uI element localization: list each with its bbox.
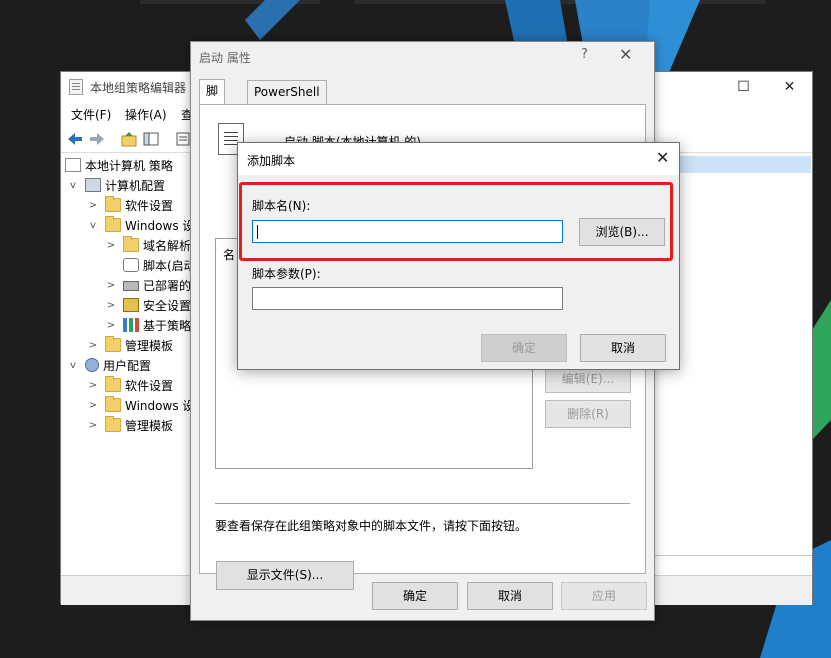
tree-item-computer-config[interactable]: v 计算机配置 — [67, 175, 165, 195]
shield-icon — [123, 298, 139, 312]
chevron-right-icon[interactable]: > — [105, 280, 117, 291]
tree-item-label: 软件设置 — [125, 378, 174, 393]
tree-item-scripts-startup[interactable]: 脚本(启动 — [105, 255, 196, 275]
folder-icon — [105, 416, 121, 432]
tree-item-label: 脚本(启动 — [143, 258, 196, 273]
details-pane-divider — [654, 555, 812, 556]
browse-button[interactable]: 浏览(B)... — [579, 218, 665, 246]
chevron-right-icon[interactable]: > — [87, 340, 99, 351]
tree-item-label: 域名解析 — [143, 238, 192, 253]
tree-item-user-config[interactable]: v 用户配置 — [67, 355, 151, 375]
user-icon — [85, 358, 99, 372]
ok-button[interactable]: 确定 — [372, 582, 458, 610]
chart-icon — [123, 318, 139, 332]
cancel-button[interactable]: 取消 — [580, 334, 666, 362]
script-params-input[interactable] — [252, 287, 563, 310]
gpedit-app-icon — [69, 79, 83, 95]
tree-item-label: 用户配置 — [103, 358, 152, 373]
chevron-right-icon[interactable]: > — [87, 380, 99, 391]
script-name-input[interactable] — [252, 220, 563, 243]
tab-powershell-scripts[interactable]: PowerShell 脚本 — [247, 80, 327, 121]
add-script-titlebar[interactable]: 添加脚本 ✕ — [238, 143, 679, 175]
script-params-label: 脚本参数(P): — [252, 267, 321, 281]
tree-item-user-software-settings[interactable]: > 软件设置 — [87, 375, 173, 395]
tree-item-label: 软件设置 — [125, 198, 174, 213]
tree-item-label: 管理模板 — [125, 338, 174, 353]
tab-scripts[interactable]: 脚本 — [199, 79, 226, 120]
policy-doc-icon — [65, 158, 81, 172]
forward-arrow-icon[interactable] — [88, 130, 106, 148]
folder-icon — [105, 336, 121, 352]
tree-item-deployed-printers[interactable]: > 已部署的 — [105, 275, 191, 295]
maximize-icon[interactable]: ☐ — [721, 74, 766, 100]
tree-item-label: 已部署的 — [143, 278, 192, 293]
computer-icon — [85, 178, 101, 192]
tree-item-label: Windows 设 — [125, 218, 195, 233]
chevron-down-icon[interactable]: v — [67, 180, 79, 191]
tree-item-admin-templates[interactable]: > 管理模板 — [87, 335, 173, 355]
folder-icon — [105, 376, 121, 392]
chevron-right-icon[interactable]: > — [105, 300, 117, 311]
show-hide-tree-icon[interactable] — [142, 130, 160, 148]
policy-tree: 本地计算机 策略 v 计算机配置 > 软件设置 v Windows 设 > 域名… — [61, 155, 196, 595]
dialog-title: 添加脚本 — [247, 154, 296, 168]
close-icon[interactable]: ✕ — [656, 148, 669, 167]
tree-item-label: 基于策略 — [143, 318, 192, 333]
chevron-right-icon[interactable]: > — [105, 320, 117, 331]
chevron-right-icon[interactable]: > — [87, 200, 99, 211]
tree-item-label: 安全设置 — [143, 298, 192, 313]
delete-button[interactable]: 删除(R) — [545, 400, 631, 428]
show-files-button[interactable]: 显示文件(S)... — [216, 561, 354, 590]
script-name-label: 脚本名(N): — [252, 199, 311, 213]
gpedit-title: 本地组策略编辑器 — [90, 81, 187, 95]
tree-item-windows-settings[interactable]: v Windows 设 — [87, 215, 194, 235]
chevron-right-icon[interactable]: > — [87, 400, 99, 411]
chevron-right-icon[interactable]: > — [87, 420, 99, 431]
show-files-hint: 要查看保存在此组策略对象中的脚本文件，请按下面按钮。 — [215, 519, 528, 533]
tree-item-local-computer-policy[interactable]: 本地计算机 策略 — [65, 155, 173, 175]
tree-item-user-windows-settings[interactable]: > Windows 设 — [87, 395, 194, 415]
apply-button[interactable]: 应用 — [561, 582, 647, 610]
folder-icon — [123, 236, 139, 252]
folder-icon — [105, 216, 121, 232]
tree-item-name-resolution[interactable]: > 域名解析 — [105, 235, 191, 255]
up-folder-icon[interactable] — [120, 130, 138, 148]
script-icon — [123, 258, 139, 272]
add-script-dialog: 添加脚本 ✕ 脚本名(N): 浏览(B)... 脚本参数(P): 确定 取消 — [237, 142, 680, 370]
tree-item-label: Windows 设 — [125, 398, 195, 413]
printer-icon — [123, 281, 139, 291]
folder-icon — [105, 196, 121, 212]
list-column-header[interactable]: 名 — [223, 246, 235, 263]
tree-item-label: 本地计算机 策略 — [85, 158, 173, 173]
text-caret — [257, 225, 258, 239]
panel-divider — [215, 503, 630, 504]
tree-item-policy-based-qos[interactable]: > 基于策略 — [105, 315, 191, 335]
dialog-title: 启动 属性 — [199, 51, 251, 65]
close-icon[interactable]: ✕ — [619, 45, 632, 64]
tree-item-label: 管理模板 — [125, 418, 174, 433]
chevron-down-icon[interactable]: v — [67, 360, 79, 371]
folder-icon — [105, 396, 121, 412]
cancel-button[interactable]: 取消 — [467, 582, 553, 610]
tree-item-security-settings[interactable]: > 安全设置 — [105, 295, 191, 315]
help-icon[interactable]: ? — [581, 47, 588, 62]
menu-file[interactable]: 文件(F) — [71, 106, 111, 123]
chevron-down-icon[interactable]: v — [87, 220, 99, 231]
tree-item-software-settings[interactable]: > 软件设置 — [87, 195, 173, 215]
tree-item-user-admin-templates[interactable]: > 管理模板 — [87, 415, 173, 435]
ok-button[interactable]: 确定 — [481, 334, 567, 362]
menu-action[interactable]: 操作(A) — [125, 106, 167, 123]
chevron-right-icon[interactable]: > — [105, 240, 117, 251]
close-icon[interactable]: ✕ — [767, 74, 812, 100]
back-arrow-icon[interactable] — [66, 130, 84, 148]
tree-item-label: 计算机配置 — [105, 178, 166, 193]
